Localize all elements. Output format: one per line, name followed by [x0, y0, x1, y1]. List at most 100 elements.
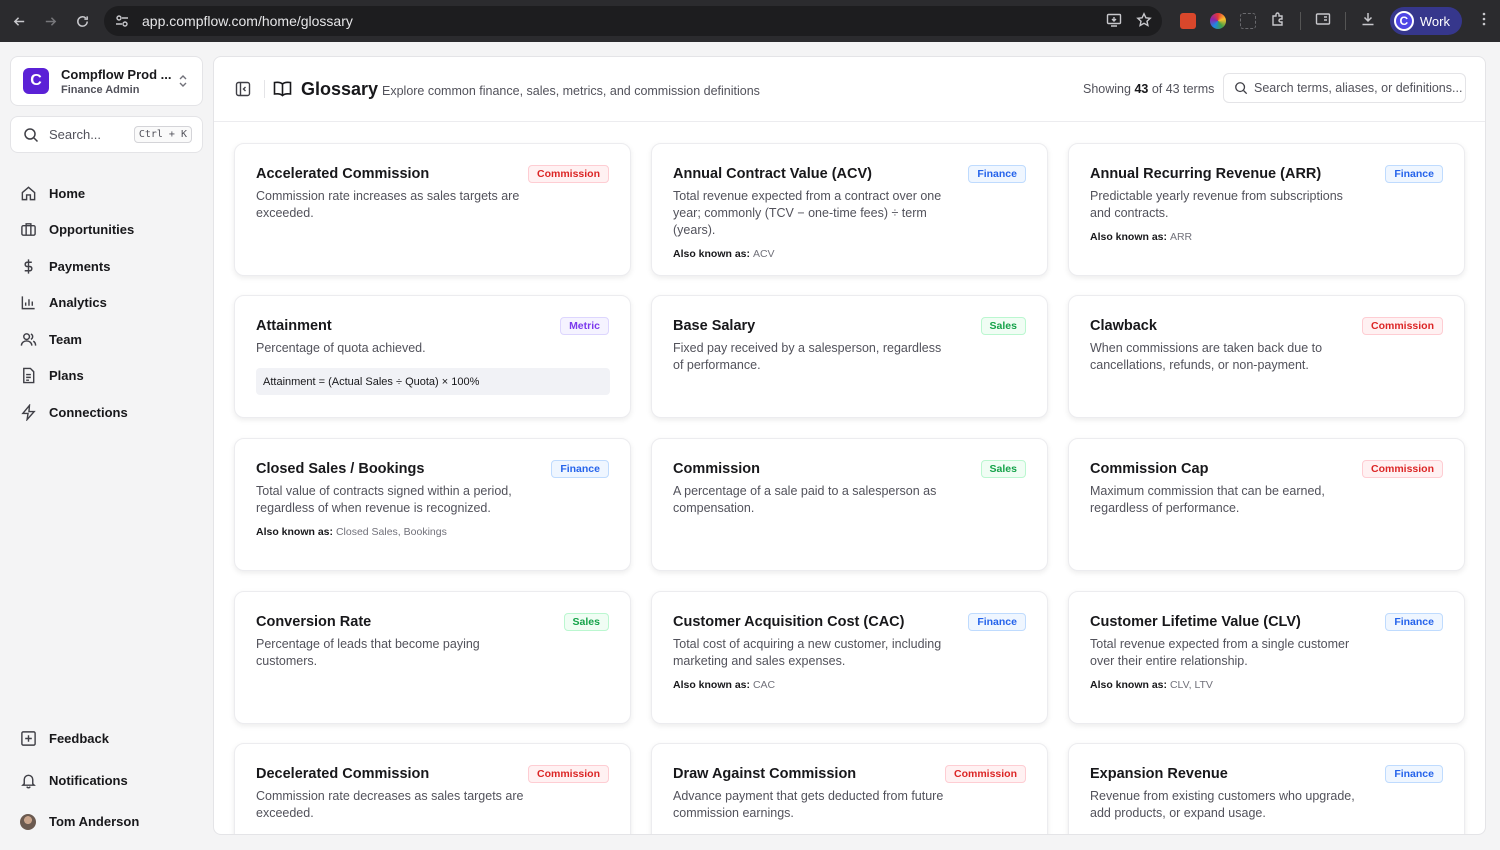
sidebar-item-label: Payments — [49, 258, 111, 274]
glossary-definition: Percentage of quota achieved. — [256, 341, 426, 355]
glossary-definition: Commission rate increases as sales targe… — [256, 189, 520, 220]
glossary-definition: When commissions are taken back due to c… — [1090, 341, 1323, 372]
sidebar-item-home[interactable]: Home — [20, 175, 200, 212]
category-badge: Commission — [527, 165, 609, 183]
glossary-definition: Total revenue expected from a contract o… — [673, 189, 942, 237]
glossary-definition: Fixed pay received by a salesperson, reg… — [673, 341, 942, 372]
sidebar-toggle-icon[interactable] — [235, 81, 251, 97]
sidebar-item-label: Plans — [49, 368, 84, 384]
chevron-up-down-icon — [179, 75, 187, 87]
sidebar-search-placeholder: Search... — [49, 127, 102, 142]
category-badge: Finance — [1385, 165, 1443, 183]
sidebar-item-opportunities[interactable]: Opportunities — [20, 212, 200, 249]
document-icon — [23, 367, 35, 384]
url-text[interactable]: app.compflow.com/home/glossary — [142, 13, 353, 29]
org-role: Finance Admin — [61, 83, 140, 96]
browser-menu-icon[interactable] — [1476, 11, 1492, 32]
org-switcher[interactable]: C Compflow Prod ... Finance Admin — [10, 56, 203, 106]
address-bar[interactable]: app.compflow.com/home/glossary — [104, 6, 1162, 36]
aliases-label: Also known as: — [1090, 231, 1168, 243]
glossary-term: Conversion Rate — [256, 614, 372, 630]
briefcase-icon — [21, 223, 36, 237]
forward-icon[interactable] — [35, 6, 65, 36]
sidebar-item-feedback[interactable]: Feedback — [20, 718, 200, 760]
category-badge: Sales — [563, 613, 609, 631]
glossary-definition: Maximum commission that can be earned, r… — [1090, 484, 1325, 515]
sidebar-item-label: Notifications — [49, 772, 128, 788]
aliases: Also known as: CAC — [673, 679, 1027, 691]
category-badge: Finance — [551, 460, 609, 478]
sidebar-item-analytics[interactable]: Analytics — [20, 285, 200, 322]
glossary-definition: Predictable yearly revenue from subscrip… — [1090, 189, 1343, 220]
lightning-icon — [21, 403, 36, 421]
main-panel: Glossary Explore common finance, sales, … — [213, 56, 1486, 835]
aliases: Also known as: ARR — [1090, 231, 1444, 243]
aliases-value: Closed Sales, Bookings — [335, 526, 447, 538]
category-badge: Metric — [560, 317, 609, 335]
reload-icon[interactable] — [67, 6, 97, 36]
count-prefix: Showing — [1083, 82, 1131, 96]
aliases-value: CAC — [752, 679, 776, 691]
download-icon[interactable] — [1360, 11, 1376, 32]
glossary-card: Annual Recurring Revenue (ARR) Finance Pre… — [1068, 143, 1465, 276]
glossary-definition: Advance payment that gets deducted from … — [673, 789, 944, 820]
sidebar-item-connections[interactable]: Connections — [20, 394, 200, 431]
page-subtitle: Explore common finance, sales, metrics, … — [382, 84, 760, 98]
dollar-icon — [24, 259, 33, 274]
glossary-term: Base Salary — [673, 318, 756, 334]
sidebar-item-label: Analytics — [49, 295, 107, 311]
sidebar: C Compflow Prod ... Finance Admin Search… — [0, 42, 212, 850]
sidebar-item-team[interactable]: Team — [20, 321, 200, 358]
glossary-card: Decelerated Commission Commission Commissi… — [234, 743, 631, 834]
aliases: Also known as: Closed Sales, Bookings — [256, 526, 610, 538]
glossary-definition: Total value of contracts signed within a… — [256, 484, 512, 515]
results-count: Showing 43 of 43 terms — [1083, 82, 1214, 96]
bookmark-star-icon[interactable] — [1136, 12, 1152, 33]
profile-button[interactable]: C Work — [1389, 7, 1462, 35]
browser-toolbar: app.compflow.com/home/glossary C Work — [0, 0, 1500, 42]
header-divider — [264, 80, 265, 98]
glossary-card: Conversion Rate Sales Percentage of leads … — [234, 591, 631, 724]
extension-color-icon[interactable] — [1209, 13, 1226, 29]
aliases-label: Also known as: — [256, 526, 334, 538]
install-app-icon[interactable] — [1106, 12, 1122, 33]
category-badge: Sales — [980, 317, 1026, 335]
aliases-label: Also known as: — [673, 248, 751, 260]
glossary-card: Commission Cap Commission Maximum commissi… — [1068, 438, 1465, 571]
org-logo: C — [23, 68, 49, 94]
sidebar-item-label: Feedback — [49, 731, 109, 747]
glossary-term: Commission — [673, 461, 761, 477]
aliases-value: CLV, LTV — [1169, 679, 1213, 691]
aliases-label: Also known as: — [1090, 679, 1168, 691]
glossary-search-input[interactable] — [1254, 81, 1464, 95]
extension-capture-icon[interactable] — [1239, 13, 1256, 29]
extensions-puzzle-icon[interactable] — [1270, 11, 1286, 32]
search-icon — [24, 127, 39, 142]
reading-mode-icon[interactable] — [1315, 11, 1331, 32]
glossary-definition: Total revenue expected from a single cus… — [1090, 637, 1350, 668]
glossary-card: Accelerated Commission Commission Commissi… — [234, 143, 631, 276]
count-shown: 43 — [1134, 82, 1149, 96]
book-open-icon — [273, 81, 292, 97]
feedback-icon — [21, 731, 36, 747]
profile-label: Work — [1419, 13, 1450, 29]
category-badge: Commission — [944, 765, 1026, 783]
back-icon[interactable] — [4, 6, 34, 36]
page-title: Glossary — [301, 79, 379, 99]
user-menu[interactable]: Tom Anderson — [20, 801, 200, 843]
sidebar-item-payments[interactable]: Payments — [20, 248, 200, 285]
glossary-search[interactable] — [1223, 73, 1466, 103]
sidebar-search[interactable]: Search... Ctrl + K — [10, 116, 203, 153]
sidebar-item-label: Team — [49, 331, 82, 347]
category-badge: Commission — [1361, 317, 1443, 335]
glossary-card: Closed Sales / Bookings Finance Total valu… — [234, 438, 631, 571]
aliases: Also known as: CLV, LTV — [1090, 679, 1444, 691]
site-settings-icon[interactable] — [114, 13, 130, 29]
home-icon — [21, 186, 36, 201]
glossary-definition: Percentage of leads that become paying c… — [256, 637, 480, 668]
extension-red-icon[interactable] — [1179, 13, 1196, 29]
category-badge: Commission — [527, 765, 609, 783]
sidebar-nav: Home Opportunities Payments Analytics Te… — [20, 175, 200, 431]
sidebar-item-notifications[interactable]: Notifications — [20, 760, 200, 802]
sidebar-item-plans[interactable]: Plans — [20, 358, 200, 395]
